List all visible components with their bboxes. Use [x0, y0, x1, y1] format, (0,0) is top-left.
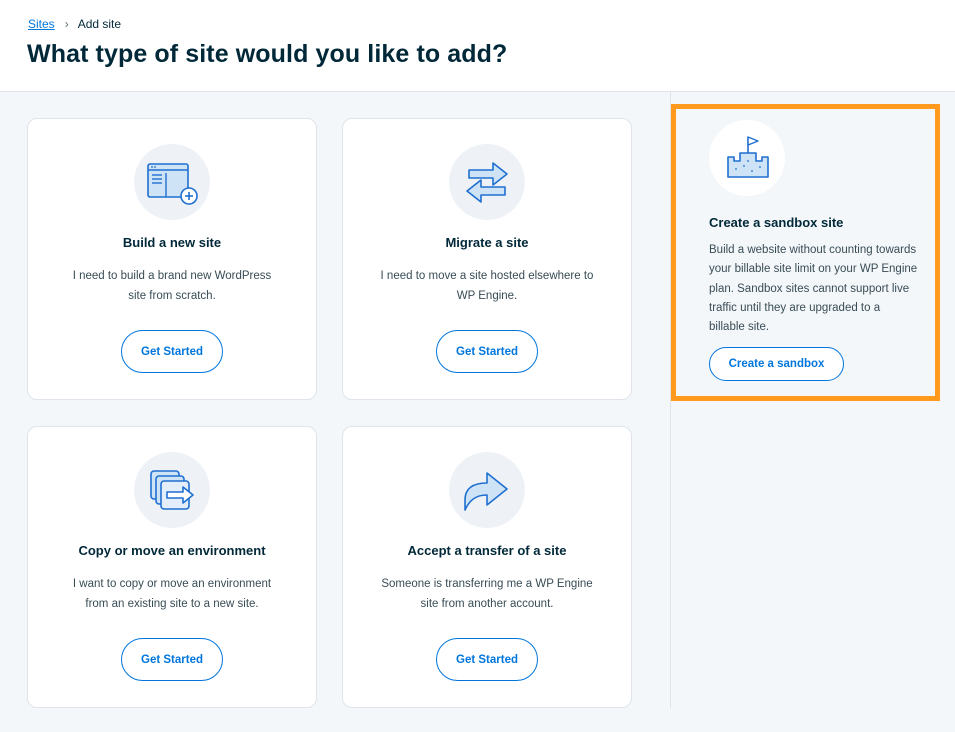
card-title: Build a new site — [122, 235, 222, 250]
create-sandbox-button[interactable]: Create a sandbox — [709, 347, 844, 381]
card-description: I want to copy or move an environment fr… — [72, 578, 272, 610]
card-title: Accept a transfer of a site — [407, 543, 567, 558]
card-copy-move-environment: Copy or move an environment I want to co… — [27, 426, 317, 708]
transfer-share-arrow-icon — [449, 452, 525, 528]
migrate-arrows-icon — [449, 144, 525, 220]
breadcrumb-current: Add site — [77, 17, 122, 31]
copy-environment-icon — [134, 452, 210, 528]
card-description: I need to move a site hosted elsewhere t… — [380, 270, 594, 302]
page-title: What type of site would you like to add? — [27, 40, 508, 68]
migrate-site-get-started-button[interactable]: Get Started — [436, 330, 538, 373]
sandbox-description: Build a website without counting towards… — [709, 244, 918, 334]
sandcastle-icon — [709, 120, 785, 196]
build-new-site-get-started-button[interactable]: Get Started — [121, 330, 223, 373]
card-title: Copy or move an environment — [78, 543, 266, 558]
breadcrumb: Sites › Add site — [28, 17, 121, 31]
card-description: I need to build a brand new WordPress si… — [72, 270, 272, 302]
card-title: Migrate a site — [445, 235, 529, 250]
card-build-new-site: Build a new site I need to build a brand… — [27, 118, 317, 400]
card-migrate-site: Migrate a site I need to move a site hos… — [342, 118, 632, 400]
card-description: Someone is transferring me a WP Engine s… — [381, 578, 593, 610]
breadcrumb-sites-link[interactable]: Sites — [28, 17, 55, 31]
page-header: Sites › Add site What type of site would… — [0, 0, 955, 92]
copy-environment-get-started-button[interactable]: Get Started — [121, 638, 223, 681]
card-accept-transfer: Accept a transfer of a site Someone is t… — [342, 426, 632, 708]
sandbox-title: Create a sandbox site — [709, 215, 844, 230]
browser-window-add-icon — [134, 144, 210, 220]
sandbox-panel: Create a sandbox site Build a website wi… — [671, 104, 940, 401]
accept-transfer-get-started-button[interactable]: Get Started — [436, 638, 538, 681]
breadcrumb-separator-icon: › — [64, 17, 69, 31]
